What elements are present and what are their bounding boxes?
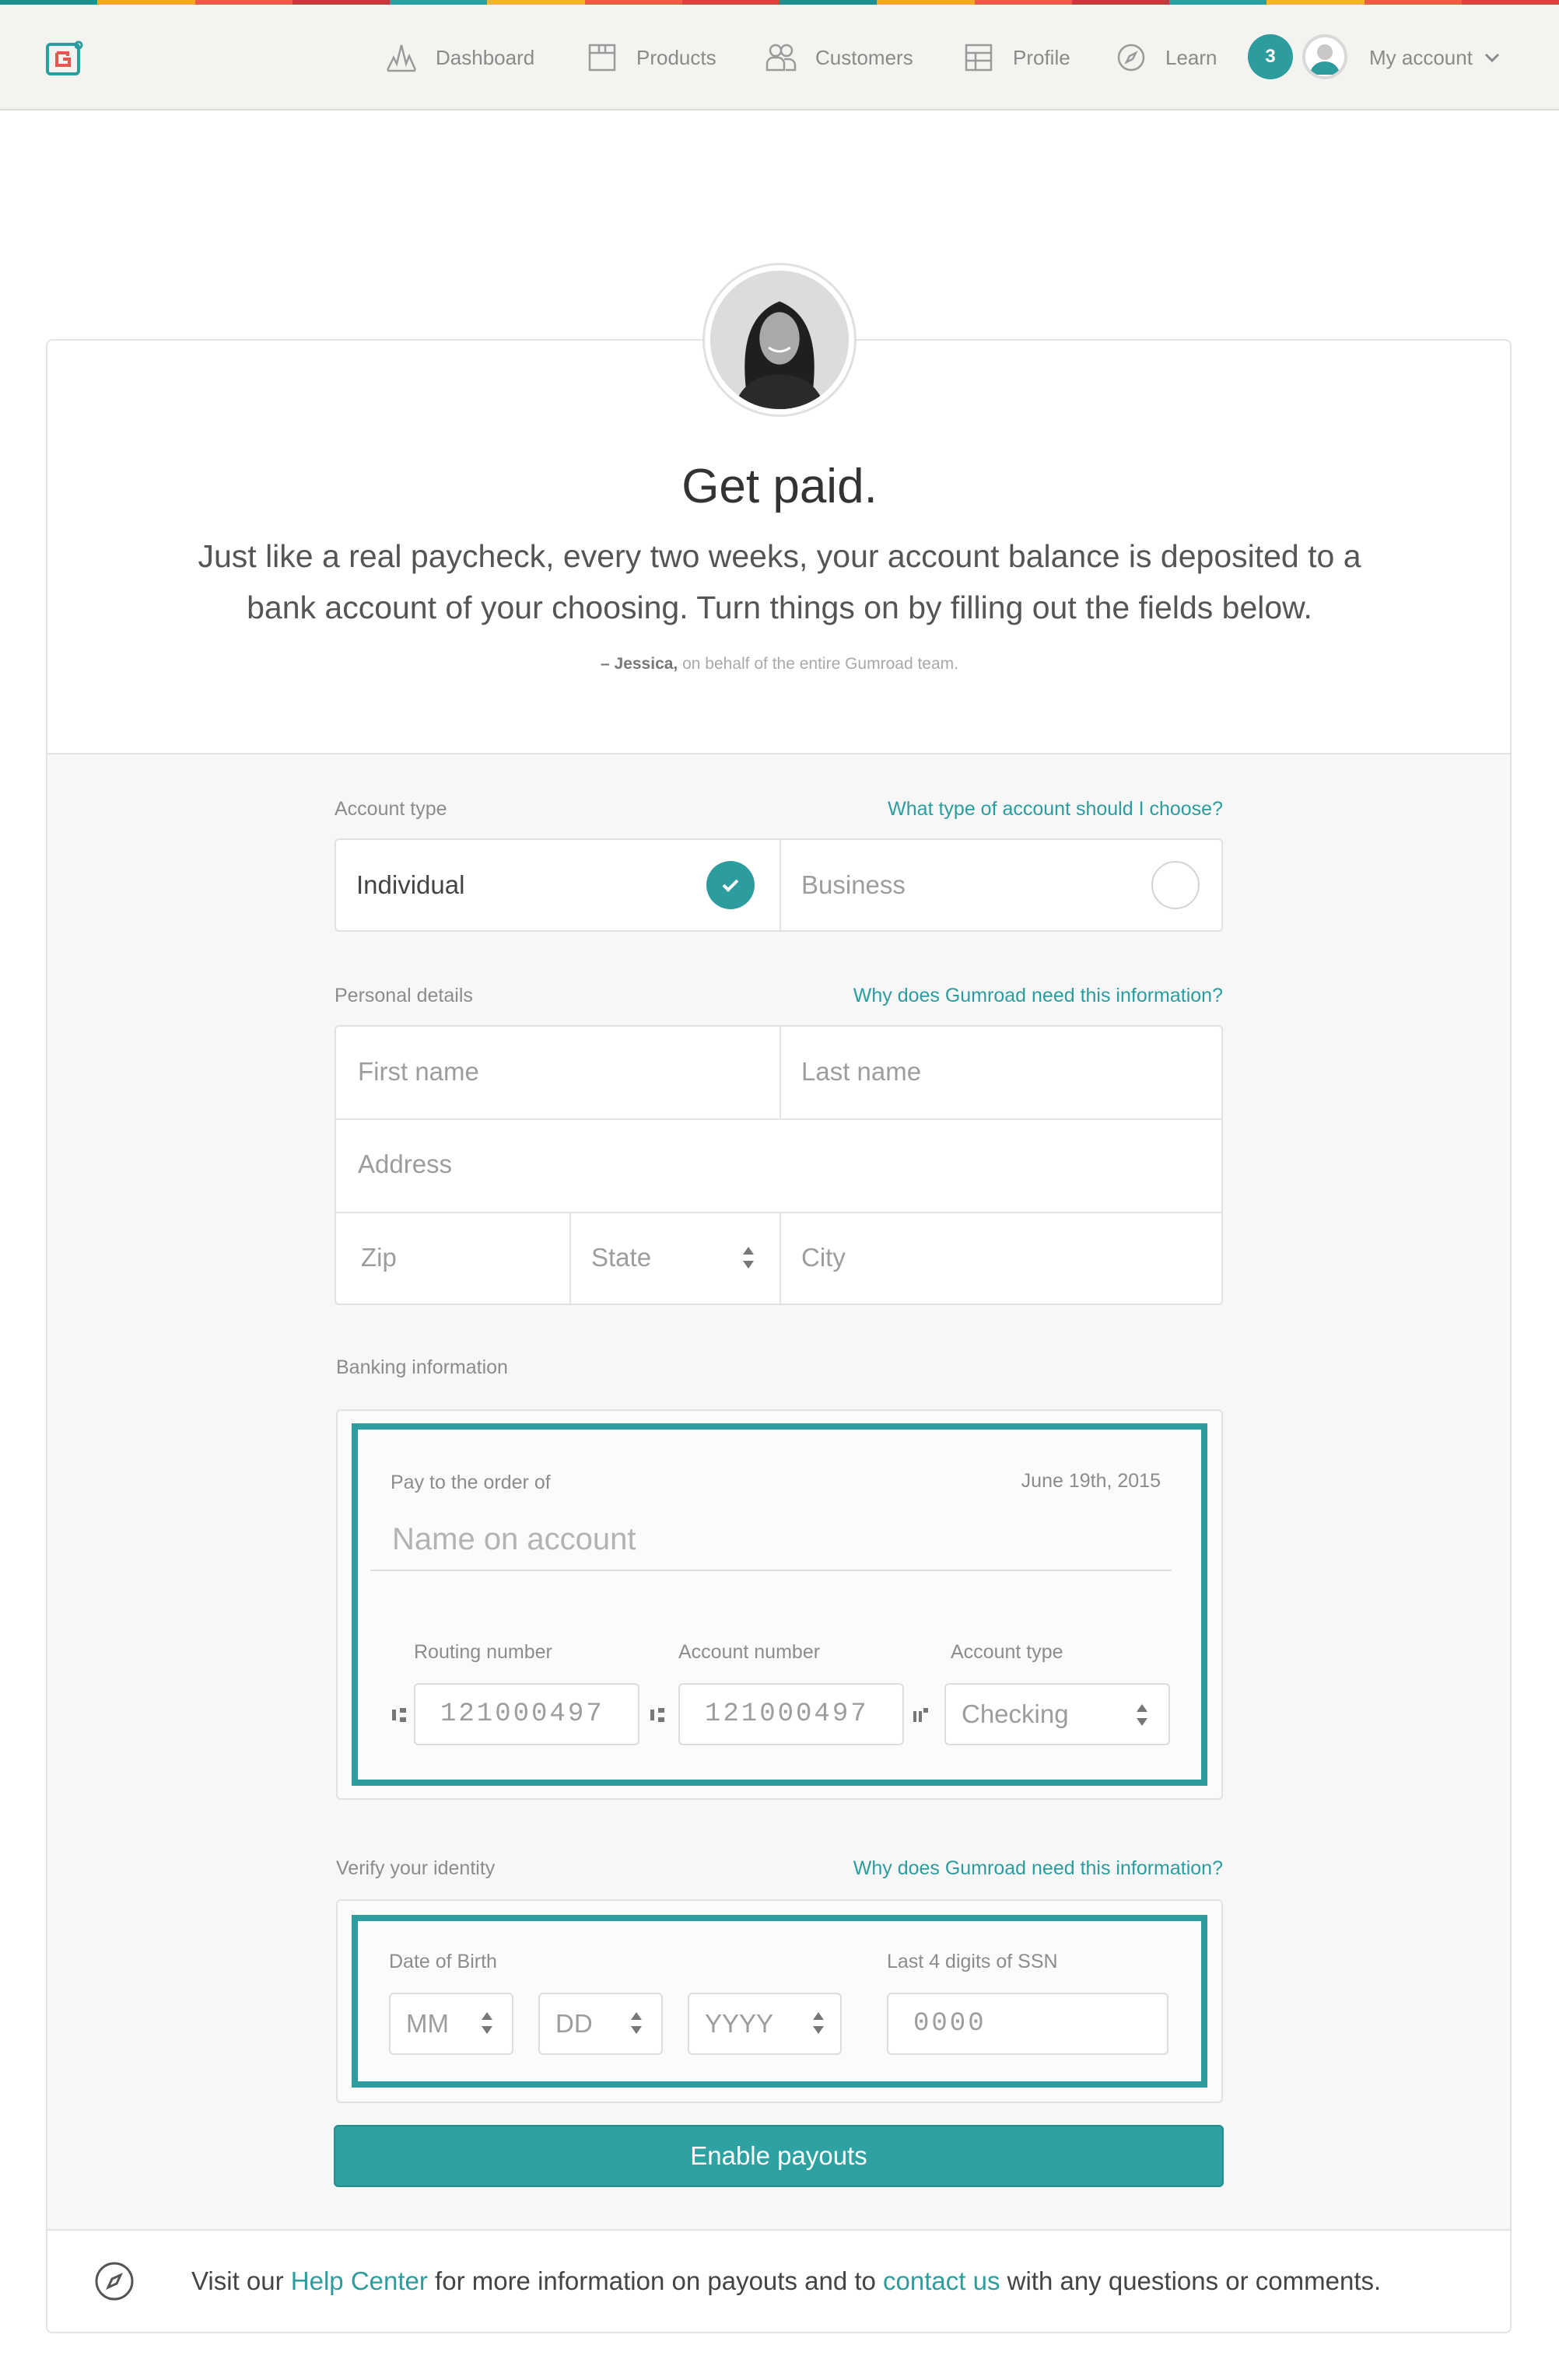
name-on-account-field[interactable]: Name on account	[370, 1509, 1172, 1571]
user-avatar-icon	[1310, 44, 1340, 75]
state-select-label: State	[591, 1243, 652, 1272]
customers-icon	[765, 44, 797, 72]
select-arrows-icon	[482, 2012, 492, 2034]
user-avatar[interactable]	[1302, 34, 1347, 79]
portrait-image	[710, 271, 849, 409]
select-arrows-icon	[631, 2012, 642, 2034]
help-footer-text: Visit our Help Center for more informati…	[191, 2266, 1381, 2296]
my-account-menu[interactable]: My account	[1369, 36, 1501, 79]
last-name-field[interactable]: Last name	[780, 1027, 1221, 1117]
verify-identity-heading: Verify your identity	[336, 1857, 496, 1879]
select-arrows-icon	[1137, 1704, 1147, 1726]
ssn-label: Last 4 digits of SSN	[887, 1951, 1058, 1972]
business-label: Business	[801, 870, 906, 899]
account-number-input[interactable]: 121000497	[678, 1683, 904, 1745]
contact-us-link[interactable]: contact us	[883, 2266, 1000, 2295]
compass-icon	[95, 2262, 134, 2301]
footer-text-3: with any questions or comments.	[1000, 2266, 1382, 2295]
nav-customers[interactable]: Customers	[765, 36, 913, 79]
nav-learn-label: Learn	[1165, 45, 1217, 69]
page-title: Get paid.	[681, 460, 878, 513]
notification-badge[interactable]: 3	[1248, 34, 1293, 79]
profile-icon	[965, 44, 993, 72]
footer-text-1: Visit our	[191, 2266, 291, 2295]
check-date: June 19th, 2015	[1021, 1470, 1161, 1492]
help-center-link[interactable]: Help Center	[291, 2266, 428, 2295]
gumroad-logo-icon[interactable]	[45, 40, 84, 78]
account-number-label: Account number	[678, 1641, 821, 1663]
birth-day-select[interactable]: DD	[538, 1993, 663, 2055]
top-navigation: Dashboard Products Customers Profile Lea…	[0, 5, 1559, 110]
enable-payouts-button[interactable]: Enable payouts	[334, 2125, 1224, 2187]
compass-icon	[1117, 44, 1145, 72]
individual-label: Individual	[356, 870, 465, 899]
account-type-help-link[interactable]: What type of account should I choose?	[778, 798, 1223, 821]
my-account-label: My account	[1369, 45, 1473, 69]
date-of-birth-label: Date of Birth	[389, 1951, 497, 1972]
nav-profile-label: Profile	[1013, 45, 1070, 69]
dashboard-icon	[386, 44, 417, 72]
business-radio[interactable]	[1151, 861, 1200, 909]
routing-number-label: Routing number	[414, 1641, 552, 1663]
ssn-last4-input[interactable]: 0000	[887, 1993, 1168, 2055]
first-name-field[interactable]: First name	[336, 1027, 778, 1117]
nav-profile[interactable]: Profile	[963, 36, 1070, 79]
page-intro-line-1: Just like a real paycheck, every two wee…	[198, 538, 1361, 574]
individual-radio-checked[interactable]	[706, 861, 755, 909]
birth-month-select[interactable]: MM	[389, 1993, 513, 2055]
micr-on-us-icon	[913, 1708, 928, 1722]
select-arrows-icon	[813, 2012, 824, 2034]
nav-learn[interactable]: Learn	[1116, 36, 1217, 79]
birth-month-value: MM	[406, 2009, 449, 2038]
banking-info-heading: Banking information	[336, 1356, 508, 1378]
routing-number-input[interactable]: 121000497	[414, 1683, 639, 1745]
city-field[interactable]: City	[780, 1212, 1221, 1304]
team-member-avatar	[702, 263, 857, 417]
footer-text-2: for more information on payouts and to	[427, 2266, 884, 2295]
birth-day-value: DD	[555, 2009, 593, 2038]
nav-customers-label: Customers	[815, 45, 913, 69]
signature-text: on behalf of the entire Gumroad team.	[682, 655, 958, 673]
chevron-down-icon	[1484, 53, 1500, 63]
nav-dashboard-label: Dashboard	[436, 45, 535, 69]
micr-transit-icon	[650, 1708, 664, 1722]
products-icon	[588, 44, 616, 72]
page-intro-line-2: bank account of your choosing. Turn thin…	[247, 590, 1312, 625]
nav-dashboard[interactable]: Dashboard	[386, 36, 534, 79]
bank-account-type-value: Checking	[962, 1699, 1069, 1728]
address-field[interactable]: Address	[336, 1118, 1221, 1210]
account-type-heading: Account type	[335, 798, 447, 820]
personal-details-heading: Personal details	[335, 985, 473, 1006]
check-icon	[722, 879, 739, 892]
nav-products-label: Products	[636, 45, 716, 69]
birth-year-value: YYYY	[705, 2009, 774, 2038]
bank-account-type-label: Account type	[951, 1641, 1063, 1663]
nav-products[interactable]: Products	[587, 36, 716, 79]
zip-field[interactable]: Zip	[339, 1212, 568, 1304]
pay-to-label: Pay to the order of	[391, 1472, 551, 1493]
micr-transit-icon	[392, 1708, 406, 1722]
select-arrows-icon	[743, 1247, 754, 1269]
verify-identity-help-link[interactable]: Why does Gumroad need this information?	[778, 1857, 1223, 1880]
page-intro: Just like a real paycheck, every two wee…	[156, 530, 1403, 633]
signature: – Jessica, on behalf of the entire Gumro…	[0, 655, 1559, 674]
personal-details-help-link[interactable]: Why does Gumroad need this information?	[778, 985, 1223, 1007]
signature-name: – Jessica,	[601, 655, 678, 673]
